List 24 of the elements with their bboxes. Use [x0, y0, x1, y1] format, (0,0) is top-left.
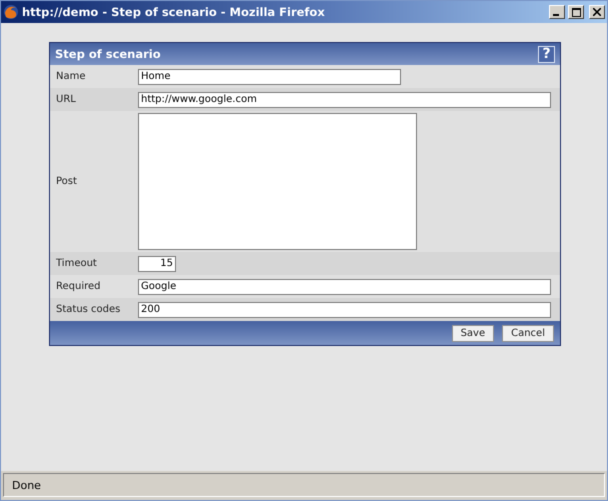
input-field[interactable]: 200 [138, 302, 551, 318]
input-field[interactable]: Home [138, 68, 401, 84]
status-text: Done [12, 478, 41, 492]
field-label: Status codes [56, 304, 122, 315]
input-field[interactable]: 15 [138, 256, 176, 272]
cancel-button[interactable]: Cancel [502, 324, 554, 342]
input-field[interactable]: Google [138, 278, 551, 294]
field-label: Post [56, 176, 78, 187]
close-button[interactable] [589, 5, 605, 19]
save-button[interactable]: Save [452, 324, 494, 342]
minimize-button[interactable] [549, 5, 565, 19]
post-field[interactable] [138, 113, 417, 250]
close-icon [593, 8, 601, 16]
window-title: http://demo - Step of scenario - Mozilla Firefox [22, 5, 326, 19]
field-label: Timeout [56, 258, 98, 269]
input-field[interactable]: http://www.google.com [138, 92, 551, 108]
help-button[interactable]: ? [538, 46, 555, 62]
maximize-button[interactable] [568, 5, 584, 19]
field-label: Required [56, 281, 102, 292]
field-label: URL [56, 94, 77, 105]
browser-icon [3, 4, 19, 20]
maximize-icon [572, 8, 580, 16]
dialog-title: Step of scenario [55, 47, 161, 61]
field-label: Name [56, 71, 87, 82]
